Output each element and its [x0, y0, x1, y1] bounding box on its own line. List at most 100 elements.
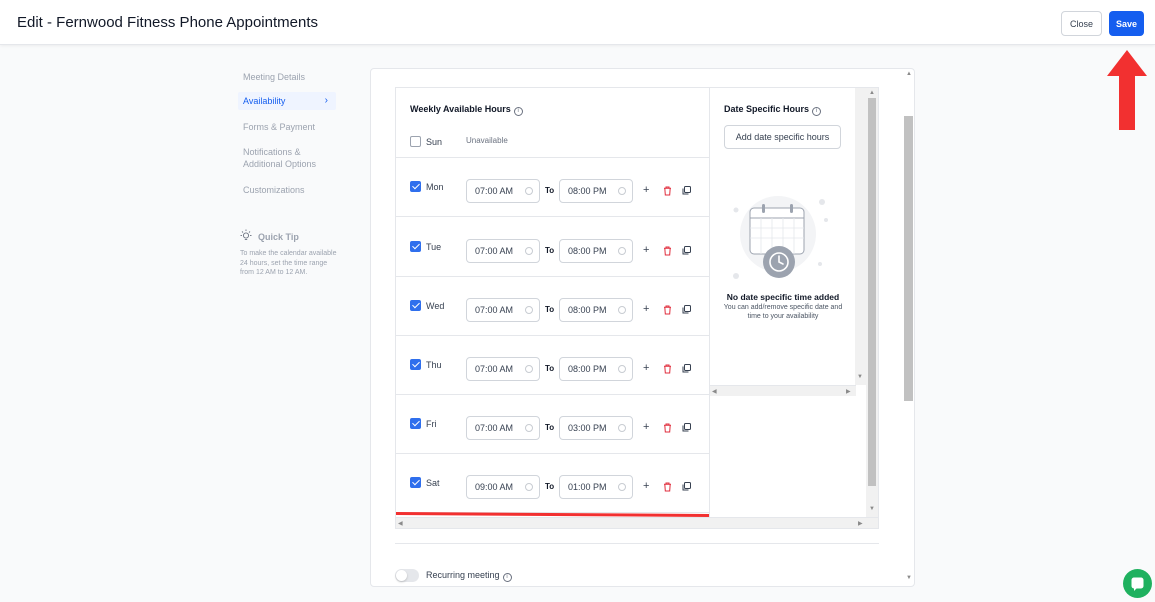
add-date-specific-hours-button[interactable]: Add date specific hours — [724, 125, 841, 149]
add-time-range-icon[interactable]: + — [643, 481, 649, 492]
scroll-down-icon[interactable]: ▼ — [857, 374, 863, 380]
calendar-clock-icon — [733, 196, 828, 279]
checkbox-mon[interactable] — [410, 181, 421, 192]
trash-icon[interactable] — [663, 482, 672, 492]
start-time-value: 07:00 AM — [475, 423, 514, 433]
annotation-arrow-icon — [1107, 50, 1147, 130]
info-icon[interactable]: i — [513, 107, 523, 116]
divider — [395, 543, 879, 544]
trash-icon[interactable] — [663, 364, 672, 374]
sidebar-item-meeting-details[interactable]: Meeting Details — [238, 71, 336, 83]
checkbox-sat[interactable] — [410, 477, 421, 488]
end-time-value: 08:00 PM — [568, 186, 607, 196]
add-time-range-icon[interactable]: + — [643, 422, 649, 433]
scroll-down-icon[interactable]: ▼ — [906, 575, 912, 581]
scroll-right-icon[interactable]: ▶ — [858, 520, 863, 527]
top-header: Edit - Fernwood Fitness Phone Appointmen… — [0, 0, 1155, 45]
end-time-input-wed[interactable]: 08:00 PM — [559, 298, 633, 322]
start-time-input-tue[interactable]: 07:00 AM — [466, 239, 540, 263]
copy-icon[interactable] — [682, 305, 691, 314]
add-time-range-icon[interactable]: + — [643, 304, 649, 315]
scroll-right-icon[interactable]: ▶ — [846, 388, 851, 395]
page-title: Edit - Fernwood Fitness Phone Appointmen… — [17, 14, 318, 31]
date-specific-title-text: Date Specific Hours — [724, 104, 810, 114]
sidebar-item-notifications[interactable]: Notifications & Additional Options — [238, 146, 322, 170]
clock-icon — [525, 187, 533, 195]
end-time-input-sat[interactable]: 01:00 PM — [559, 475, 633, 499]
sidebar-item-label: Customizations — [243, 185, 305, 195]
end-time-input-thu[interactable]: 08:00 PM — [559, 357, 633, 381]
scroll-up-icon[interactable]: ▲ — [869, 90, 875, 96]
copy-icon[interactable] — [682, 423, 691, 432]
clock-icon — [525, 424, 533, 432]
info-icon[interactable]: i — [812, 107, 822, 116]
clock-icon — [618, 187, 626, 195]
sidebar-item-forms-payment[interactable]: Forms & Payment — [238, 121, 336, 133]
start-time-input-fri[interactable]: 07:00 AM — [466, 416, 540, 440]
start-time-input-thu[interactable]: 07:00 AM — [466, 357, 540, 381]
end-time-value: 01:00 PM — [568, 482, 607, 492]
weekly-hours-title-text: Weekly Available Hours — [410, 104, 511, 114]
quick-tip-text: To make the calendar available 24 hours,… — [240, 250, 337, 276]
copy-icon[interactable] — [682, 186, 691, 195]
end-time-input-fri[interactable]: 03:00 PM — [559, 416, 633, 440]
chat-icon — [1131, 577, 1144, 591]
start-time-input-wed[interactable]: 07:00 AM — [466, 298, 540, 322]
toggle-knob — [396, 570, 407, 581]
scroll-down-icon[interactable]: ▼ — [869, 506, 875, 512]
sidebar-item-customizations[interactable]: Customizations — [238, 184, 336, 196]
copy-icon[interactable] — [682, 364, 691, 373]
sidebar-item-availability[interactable]: Availability › — [238, 92, 336, 110]
save-button[interactable]: Save — [1109, 11, 1144, 36]
sidebar-item-label: Meeting Details — [243, 72, 306, 82]
chat-widget-button[interactable] — [1123, 569, 1152, 598]
no-date-specific-title: No date specific time added — [726, 292, 840, 302]
to-label: To — [545, 423, 555, 432]
copy-icon[interactable] — [682, 246, 691, 255]
info-icon[interactable]: i — [502, 573, 512, 582]
date-panel-vertical-scrollbar[interactable]: ▼ — [855, 88, 866, 385]
scroll-left-icon[interactable]: ◀ — [398, 520, 403, 527]
scroll-left-icon[interactable]: ◀ — [712, 388, 717, 395]
scroll-up-icon[interactable]: ▲ — [906, 71, 912, 77]
recurring-meeting-label: Recurring meeting i — [426, 570, 512, 582]
day-label-thu: Thu — [426, 360, 442, 370]
copy-icon[interactable] — [682, 482, 691, 491]
day-label-sun: Sun — [426, 137, 443, 147]
inner-horizontal-scrollbar[interactable]: ◀ ▶ — [396, 517, 878, 528]
end-time-value: 08:00 PM — [568, 305, 607, 315]
clock-icon — [525, 306, 533, 314]
add-time-range-icon[interactable]: + — [643, 363, 649, 374]
trash-icon[interactable] — [663, 186, 672, 196]
to-label: To — [545, 246, 555, 255]
end-time-input-tue[interactable]: 08:00 PM — [559, 239, 633, 263]
add-time-range-icon[interactable]: + — [643, 185, 649, 196]
checkbox-sun[interactable] — [410, 136, 421, 147]
start-time-input-sat[interactable]: 09:00 AM — [466, 475, 540, 499]
date-panel-horizontal-scrollbar[interactable]: ◀ ▶ — [710, 385, 856, 396]
to-label: To — [545, 482, 555, 491]
checkbox-fri[interactable] — [410, 418, 421, 429]
add-time-range-icon[interactable]: + — [643, 245, 649, 256]
inner-vertical-scrollbar-thumb[interactable] — [868, 98, 876, 486]
day-row-sun — [396, 124, 709, 158]
end-time-input-mon[interactable]: 08:00 PM — [559, 179, 633, 203]
checkbox-tue[interactable] — [410, 241, 421, 252]
trash-icon[interactable] — [663, 423, 672, 433]
weekly-hours-title: Weekly Available Hours i — [410, 104, 523, 116]
end-time-value: 08:00 PM — [568, 364, 607, 374]
end-time-value: 03:00 PM — [568, 423, 607, 433]
trash-icon[interactable] — [663, 305, 672, 315]
close-button[interactable]: Close — [1061, 11, 1102, 36]
start-time-input-mon[interactable]: 07:00 AM — [466, 179, 540, 203]
start-time-value: 07:00 AM — [475, 305, 514, 315]
start-time-value: 07:00 AM — [475, 364, 514, 374]
outer-scrollbar-thumb[interactable] — [904, 116, 913, 401]
day-label-tue: Tue — [426, 242, 442, 252]
checkbox-thu[interactable] — [410, 359, 421, 370]
trash-icon[interactable] — [663, 246, 672, 256]
checkbox-wed[interactable] — [410, 300, 421, 311]
date-specific-title: Date Specific Hours i — [724, 104, 822, 116]
day-label-mon: Mon — [426, 182, 444, 192]
recurring-meeting-toggle[interactable] — [395, 569, 419, 582]
